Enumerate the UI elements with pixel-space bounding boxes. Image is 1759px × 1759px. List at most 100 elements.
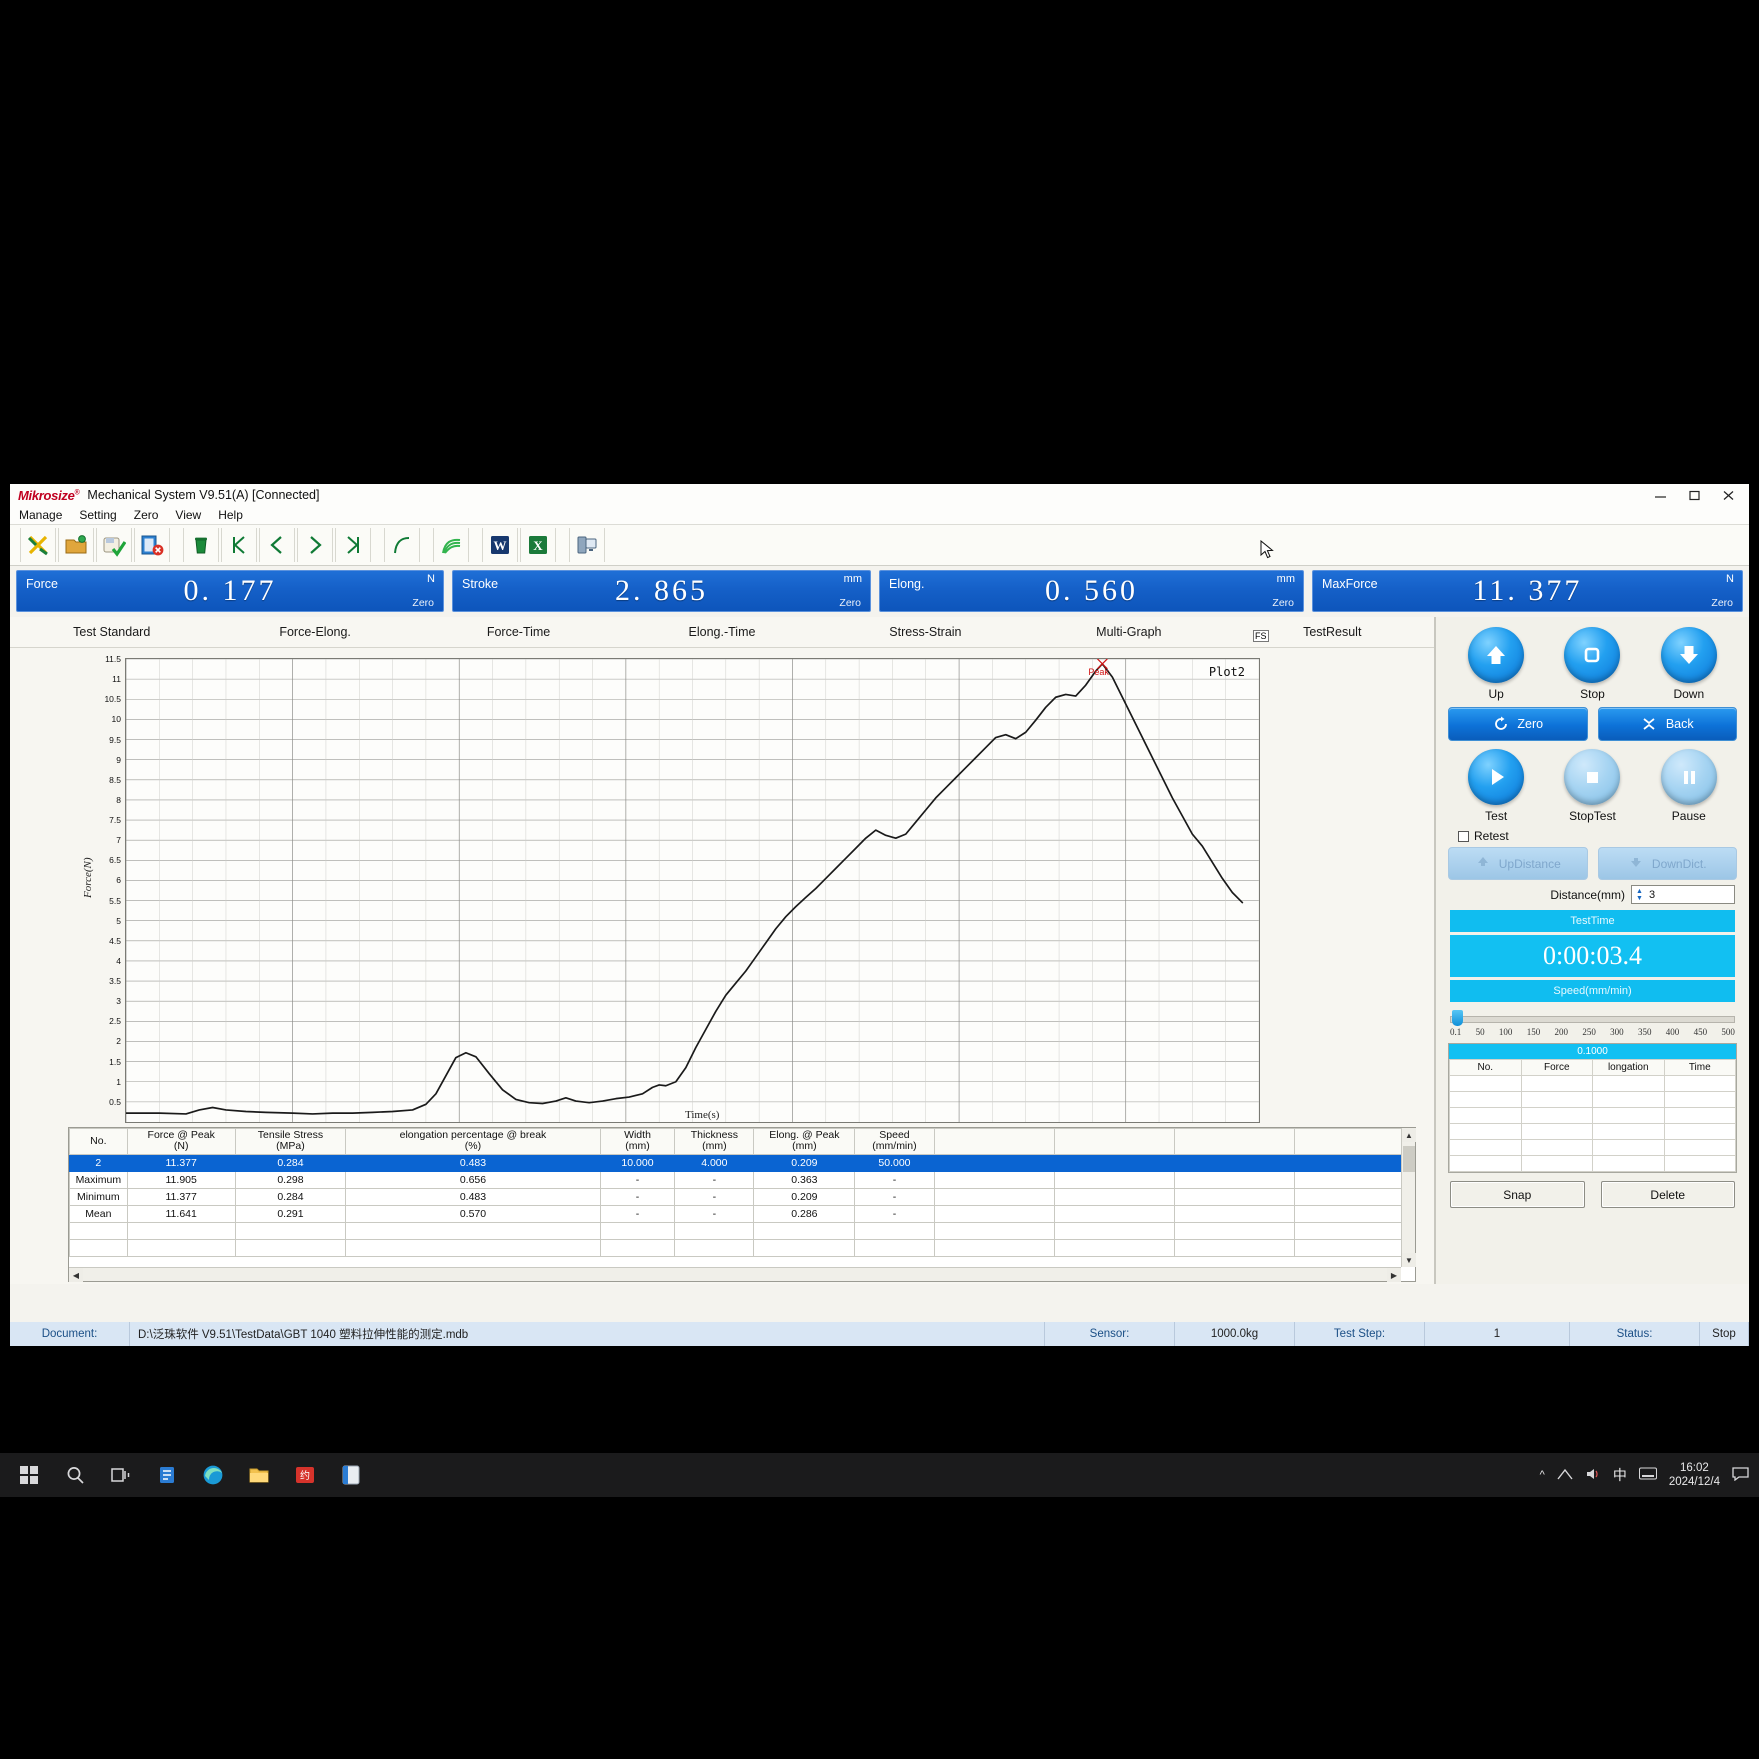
maxforce-zero-button[interactable]: Zero — [1711, 597, 1733, 609]
save-check-icon[interactable] — [96, 528, 132, 562]
monitor-icon[interactable] — [569, 528, 605, 562]
notes-icon[interactable] — [144, 1453, 190, 1497]
stroke-zero-button[interactable]: Zero — [839, 597, 861, 609]
delete-trash-icon[interactable] — [183, 528, 219, 562]
table-row[interactable]: Maximum 11.905 0.298 0.656- -0.363- — [69, 1170, 1415, 1189]
table-column-header[interactable]: Tensile Stress (MPa) — [234, 1128, 347, 1155]
scroll-left-icon[interactable]: ◀ — [69, 1268, 83, 1282]
table-cell-empty — [69, 1238, 128, 1257]
file-explorer-icon[interactable] — [236, 1453, 282, 1497]
snapshot-row[interactable] — [1449, 1107, 1736, 1124]
menu-item-view[interactable]: View — [175, 508, 201, 522]
graph-tab-multi-graph[interactable]: Multi-Graph — [1027, 625, 1230, 639]
export-excel-icon[interactable]: X — [520, 528, 556, 562]
last-record-icon[interactable] — [335, 528, 371, 562]
down-button[interactable]: Down — [1652, 627, 1726, 701]
taskbar-clock[interactable]: 16:02 2024/12/4 — [1669, 1461, 1720, 1490]
task-view-icon[interactable] — [98, 1453, 144, 1497]
delete-button[interactable]: Delete — [1600, 1181, 1735, 1208]
speed-slider[interactable] — [1450, 1010, 1735, 1026]
table-column-header[interactable]: Width (mm) — [599, 1128, 676, 1155]
down-distance-button[interactable]: DownDict. — [1597, 847, 1737, 880]
volume-icon[interactable] — [1585, 1467, 1601, 1484]
snapshot-row[interactable] — [1449, 1139, 1736, 1156]
title-bar: Mikrosize® Mechanical System V9.51(A) [C… — [10, 484, 1749, 506]
table-column-header[interactable]: Force @ Peak (N) — [126, 1128, 236, 1155]
table-cell-empty — [345, 1221, 601, 1240]
zero-button[interactable]: Zero — [1448, 707, 1588, 741]
previous-record-icon[interactable] — [259, 528, 295, 562]
graph-tab-elong-time[interactable]: Elong.-Time — [620, 625, 823, 639]
table-row[interactable]: Mean 11.641 0.291 0.570- -0.286- — [69, 1204, 1415, 1223]
graph-tab-test-standard[interactable]: Test Standard — [10, 625, 213, 639]
table-horizontal-scrollbar[interactable]: ◀ ▶ — [69, 1267, 1401, 1282]
slider-track[interactable] — [1450, 1016, 1735, 1023]
graph-tab-force-time[interactable]: Force-Time — [417, 625, 620, 639]
graph-tab-force-elong[interactable]: Force-Elong. — [213, 625, 416, 639]
up-distance-button[interactable]: UpDistance — [1448, 847, 1588, 880]
export-word-icon[interactable]: W — [482, 528, 518, 562]
edge-browser-icon[interactable] — [190, 1453, 236, 1497]
table-cell: 11.641 — [126, 1204, 236, 1223]
table-column-header[interactable]: No. — [69, 1128, 128, 1155]
keyboard-icon[interactable] — [1638, 1467, 1657, 1483]
table-row[interactable]: 2 11.377 0.284 0.483 10.000 4.000 0.209 50.000 — [69, 1153, 1415, 1172]
graph-tab-stress-strain[interactable]: Stress-Strain — [824, 625, 1027, 639]
tools-icon[interactable] — [20, 528, 56, 562]
table-column-header[interactable]: Thickness (mm) — [674, 1128, 755, 1155]
scrollbar-thumb[interactable] — [1403, 1146, 1415, 1172]
status-bar: Document: D:\泛珠软件 V9.51\TestData\GBT 104… — [10, 1322, 1749, 1346]
snap-button[interactable]: Snap — [1450, 1181, 1585, 1208]
test-buttons: Test StopTest Pause — [1436, 741, 1749, 823]
network-icon[interactable] — [1557, 1467, 1573, 1484]
plot-area[interactable]: Plot2 Peak 11.5 11 10.5 10 9.5 9 8.5 8 7.5 7 6.5 6 5… — [104, 654, 1264, 1138]
distance-stepper[interactable]: ▲ ▼ 3 — [1631, 885, 1735, 904]
first-record-icon[interactable] — [221, 528, 257, 562]
ime-chinese-icon[interactable]: 中 — [1613, 1465, 1627, 1485]
start-windows-icon[interactable] — [6, 1453, 52, 1497]
menu-item-help[interactable]: Help — [218, 508, 243, 522]
slider-thumb[interactable] — [1452, 1010, 1463, 1026]
table-column-header[interactable]: Elong. @ Peak (mm) — [753, 1128, 856, 1155]
snapshot-row[interactable] — [1449, 1123, 1736, 1140]
multi-curve-icon[interactable] — [433, 528, 469, 562]
table-row[interactable]: Minimum 11.377 0.284 0.483- -0.209- — [69, 1187, 1415, 1206]
scroll-right-icon[interactable]: ▶ — [1387, 1268, 1401, 1282]
snapshot-row[interactable] — [1449, 1155, 1736, 1172]
menu-item-zero[interactable]: Zero — [134, 508, 159, 522]
menu-item-setting[interactable]: Setting — [79, 508, 116, 522]
force-zero-button[interactable]: Zero — [412, 597, 434, 609]
retest-row[interactable]: Retest — [1436, 823, 1749, 843]
snapshot-row[interactable] — [1449, 1075, 1736, 1092]
scroll-up-icon[interactable]: ▲ — [1402, 1128, 1416, 1142]
test-button[interactable]: Test — [1459, 749, 1533, 823]
snapshot-row[interactable] — [1449, 1091, 1736, 1108]
spinner-arrows-icon[interactable]: ▲ ▼ — [1633, 886, 1646, 903]
app-blue-icon[interactable] — [328, 1453, 374, 1497]
app-red-icon[interactable]: 约 — [282, 1453, 328, 1497]
table-vertical-scrollbar[interactable]: ▲ ▼ — [1401, 1128, 1416, 1267]
up-button[interactable]: Up — [1459, 627, 1533, 701]
back-button[interactable]: Back — [1597, 707, 1737, 741]
table-column-header[interactable]: elongation percentage @ break (%) — [345, 1128, 601, 1155]
slider-tick: 0.1 — [1450, 1027, 1462, 1037]
export-delete-icon[interactable] — [134, 528, 170, 562]
table-column-header[interactable]: Speed (mm/min) — [854, 1128, 935, 1155]
curve-icon[interactable] — [384, 528, 420, 562]
pause-button[interactable]: Pause — [1652, 749, 1726, 823]
next-record-icon[interactable] — [297, 528, 333, 562]
maximize-icon[interactable] — [1677, 484, 1711, 506]
chevron-up-icon[interactable]: ^ — [1540, 1469, 1545, 1481]
minimize-icon[interactable] — [1643, 484, 1677, 506]
retest-checkbox[interactable] — [1458, 830, 1469, 842]
notification-icon[interactable] — [1732, 1466, 1749, 1484]
table-cell: 0.209 — [753, 1153, 856, 1172]
scroll-down-icon[interactable]: ▼ — [1402, 1253, 1416, 1267]
stop-button[interactable]: Stop — [1555, 627, 1629, 701]
menu-item-manage[interactable]: Manage — [19, 508, 62, 522]
close-icon[interactable] — [1711, 484, 1745, 506]
elongation-zero-button[interactable]: Zero — [1272, 597, 1294, 609]
stoptest-button[interactable]: StopTest — [1555, 749, 1629, 823]
open-folder-icon[interactable] — [58, 528, 94, 562]
search-icon[interactable] — [52, 1453, 98, 1497]
